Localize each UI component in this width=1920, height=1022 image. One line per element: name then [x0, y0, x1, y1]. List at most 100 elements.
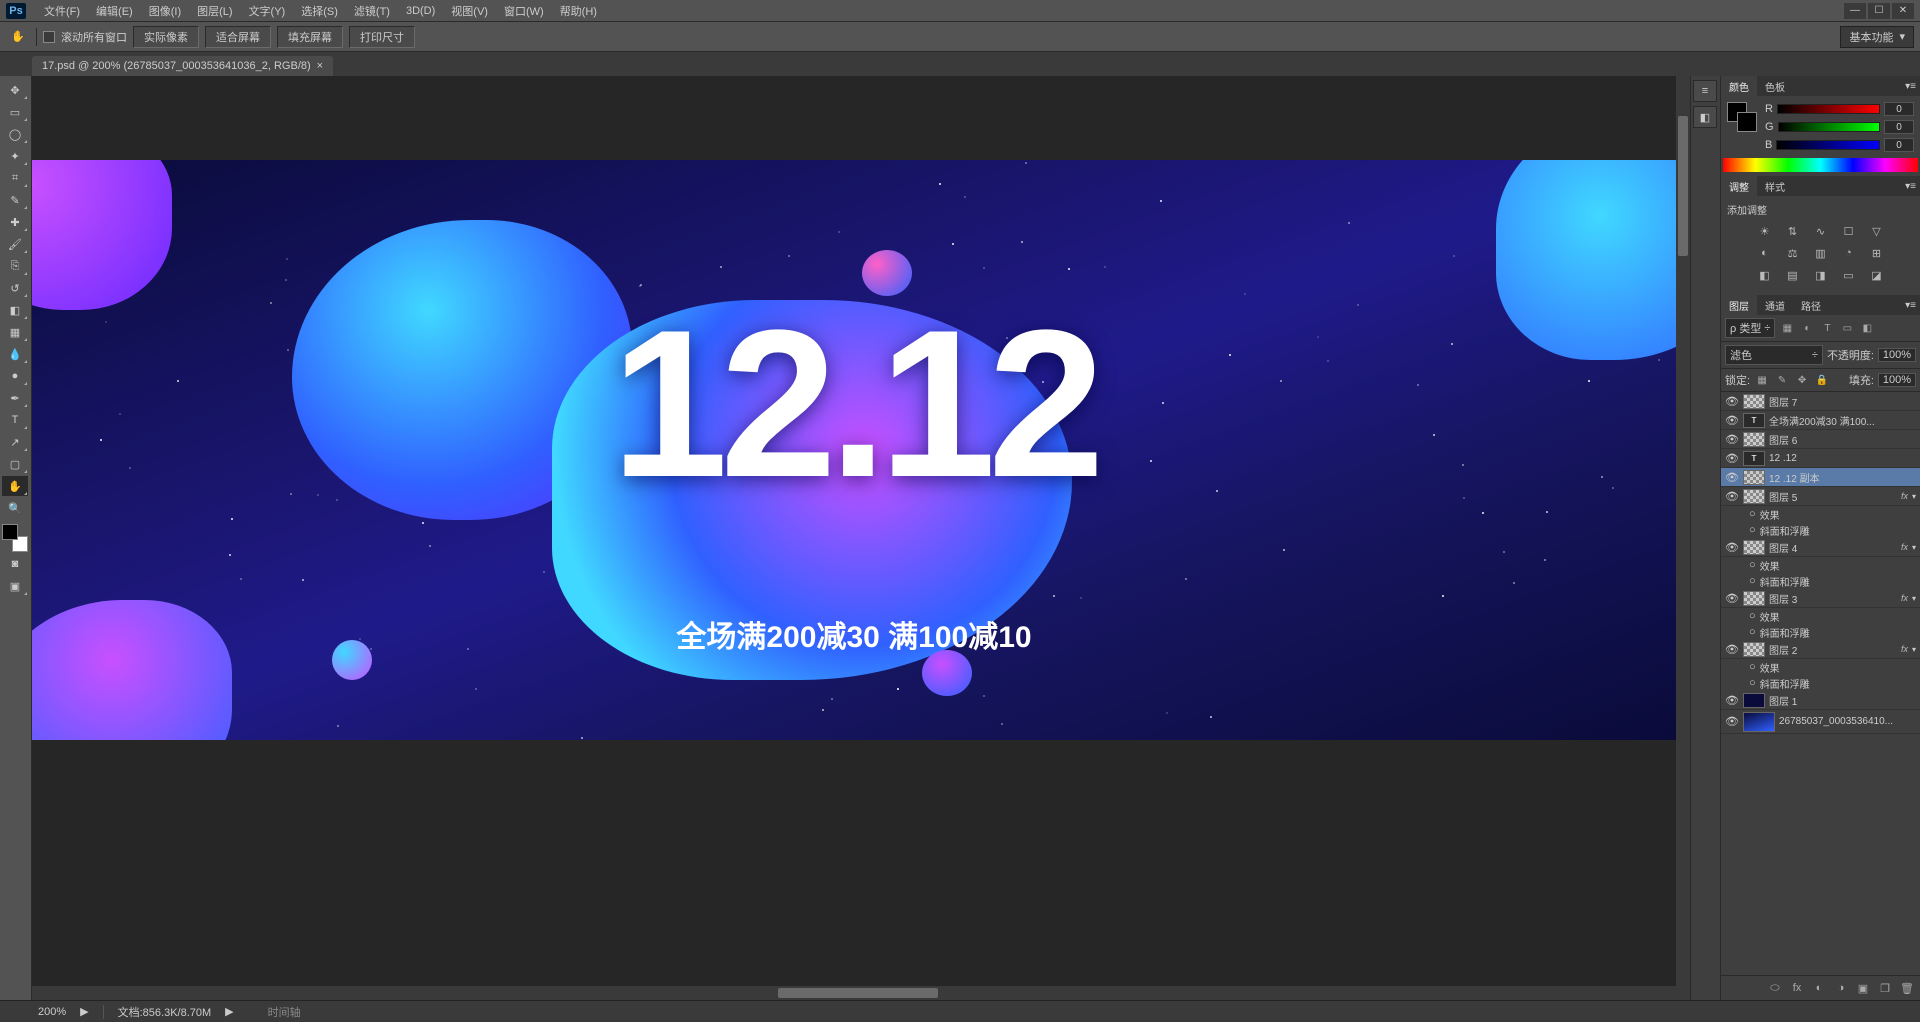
quickmask-tool[interactable]: ◙ [2, 554, 28, 574]
wand-tool[interactable]: ✦ [2, 146, 28, 166]
visibility-icon[interactable]: 👁 [1725, 490, 1739, 503]
layer-row[interactable]: 👁图层 6 [1721, 430, 1920, 449]
pen-tool[interactable]: ✒ [2, 388, 28, 408]
shape-tool[interactable]: ▢ [2, 454, 28, 474]
menu-window[interactable]: 窗口(W) [496, 0, 552, 22]
fx-expand-icon[interactable]: ▾ [1912, 492, 1916, 501]
blur-tool[interactable]: 💧 [2, 344, 28, 364]
layers-tab[interactable]: 图层 [1721, 295, 1757, 316]
visibility-icon[interactable]: 👁 [1725, 395, 1739, 408]
workspace-dropdown[interactable]: 基本功能▾ [1840, 26, 1914, 48]
actual-pixels-button[interactable]: 实际像素 [133, 26, 199, 48]
stamp-tool[interactable]: ⎘ [2, 256, 28, 276]
filter-type-icon[interactable]: T [1819, 321, 1835, 335]
menu-select[interactable]: 选择(S) [293, 0, 346, 22]
fx-bevel-row[interactable]: ○ 斜面和浮雕 [1721, 522, 1920, 538]
canvas[interactable]: 12.12 全场满200减30 满100减10 [32, 160, 1676, 740]
curves-icon[interactable]: ∿ [1812, 223, 1830, 239]
menu-layer[interactable]: 图层(L) [189, 0, 240, 22]
visibility-icon[interactable]: 👁 [1725, 592, 1739, 605]
layer-row[interactable]: 👁26785037_0003536410... [1721, 710, 1920, 734]
history-panel-icon[interactable]: ≡ [1693, 80, 1717, 102]
document-tab-close-icon[interactable]: × [317, 60, 323, 72]
menu-type[interactable]: 文字(Y) [241, 0, 294, 22]
minimize-button[interactable]: — [1844, 3, 1866, 19]
fx-effects-row[interactable]: ○ 效果 [1721, 608, 1920, 624]
lock-all-icon[interactable]: 🔒 [1814, 373, 1830, 387]
screenmode-tool[interactable]: ▣ [2, 576, 28, 596]
fx-bevel-row[interactable]: ○ 斜面和浮雕 [1721, 675, 1920, 691]
layer-row[interactable]: 👁图层 1 [1721, 691, 1920, 710]
r-input[interactable] [1884, 102, 1914, 116]
color-swatch[interactable] [1727, 102, 1757, 132]
eraser-tool[interactable]: ◧ [2, 300, 28, 320]
panel-menu-icon[interactable]: ▾≡ [1901, 181, 1920, 192]
selective-icon[interactable]: ◪ [1868, 267, 1886, 283]
channels-tab[interactable]: 通道 [1757, 295, 1793, 316]
hue-icon[interactable]: ◐ [1756, 245, 1774, 261]
zoom-caret-icon[interactable]: ▶ [80, 1005, 88, 1018]
mask-icon[interactable]: ◐ [1810, 980, 1828, 996]
g-input[interactable] [1884, 120, 1914, 134]
eyedropper-tool[interactable]: ✎ [2, 190, 28, 210]
zoom-value[interactable]: 200% [38, 1006, 66, 1018]
visibility-icon[interactable]: 👁 [1725, 541, 1739, 554]
menu-edit[interactable]: 编辑(E) [88, 0, 141, 22]
maximize-button[interactable]: ☐ [1868, 3, 1890, 19]
visibility-icon[interactable]: 👁 [1725, 452, 1739, 465]
gradient-tool[interactable]: ▦ [2, 322, 28, 342]
lock-move-icon[interactable]: ✥ [1794, 373, 1810, 387]
lock-paint-icon[interactable]: ✎ [1774, 373, 1790, 387]
group-icon[interactable]: ▣ [1854, 980, 1872, 996]
fx-effects-row[interactable]: ○ 效果 [1721, 506, 1920, 522]
fill-input[interactable]: 100% [1878, 373, 1916, 387]
layer-row[interactable]: 👁12 .12 副本 [1721, 468, 1920, 487]
blend-mode-dropdown[interactable]: 滤色÷ [1725, 345, 1823, 365]
fit-screen-button[interactable]: 适合屏幕 [205, 26, 271, 48]
brush-tool[interactable]: 🖌 [2, 234, 28, 254]
layer-row[interactable]: 👁图层 7 [1721, 392, 1920, 411]
adjustment-layer-icon[interactable]: ◑ [1832, 980, 1850, 996]
panel-menu-icon[interactable]: ▾≡ [1901, 300, 1920, 311]
layer-row[interactable]: 👁图层 5fx▾ [1721, 487, 1920, 506]
vibrance-icon[interactable]: ▽ [1868, 223, 1886, 239]
styles-tab[interactable]: 样式 [1757, 176, 1793, 197]
marquee-tool[interactable]: ▭ [2, 102, 28, 122]
fx-expand-icon[interactable]: ▾ [1912, 594, 1916, 603]
bw-icon[interactable]: ▥ [1812, 245, 1830, 261]
layer-row[interactable]: 👁图层 3fx▾ [1721, 589, 1920, 608]
visibility-icon[interactable]: 👁 [1725, 433, 1739, 446]
fill-screen-button[interactable]: 填充屏幕 [277, 26, 343, 48]
adjustments-tab[interactable]: 调整 [1721, 176, 1757, 197]
scroll-all-checkbox[interactable] [43, 31, 55, 43]
fx-expand-icon[interactable]: ▾ [1912, 645, 1916, 654]
foreground-swatch[interactable] [2, 524, 18, 540]
layer-row[interactable]: 👁T全场满200减30 满100... [1721, 411, 1920, 430]
filter-adjust-icon[interactable]: ◐ [1799, 321, 1815, 335]
heal-tool[interactable]: ✚ [2, 212, 28, 232]
gradmap-icon[interactable]: ▭ [1840, 267, 1858, 283]
horizontal-scrollbar[interactable] [32, 986, 1690, 1000]
filter-smart-icon[interactable]: ◧ [1859, 321, 1875, 335]
crop-tool[interactable]: ⌗ [2, 168, 28, 188]
visibility-icon[interactable]: 👁 [1725, 643, 1739, 656]
new-layer-icon[interactable]: ❐ [1876, 980, 1894, 996]
fx-icon[interactable]: fx [1788, 980, 1806, 996]
menu-help[interactable]: 帮助(H) [552, 0, 605, 22]
filter-pixel-icon[interactable]: ▦ [1779, 321, 1795, 335]
layer-row[interactable]: 👁图层 2fx▾ [1721, 640, 1920, 659]
mixer-icon[interactable]: ⊞ [1868, 245, 1886, 261]
lasso-tool[interactable]: ◯ [2, 124, 28, 144]
layer-row[interactable]: 👁图层 4fx▾ [1721, 538, 1920, 557]
r-slider[interactable] [1777, 104, 1880, 114]
visibility-icon[interactable]: 👁 [1725, 414, 1739, 427]
path-tool[interactable]: ↗ [2, 432, 28, 452]
color-tab[interactable]: 颜色 [1721, 76, 1757, 97]
g-slider[interactable] [1778, 122, 1880, 132]
visibility-icon[interactable]: 👁 [1725, 471, 1739, 484]
menu-3d[interactable]: 3D(D) [398, 2, 443, 20]
threshold-icon[interactable]: ◨ [1812, 267, 1830, 283]
swatches-tab[interactable]: 色板 [1757, 76, 1793, 97]
fx-expand-icon[interactable]: ▾ [1912, 543, 1916, 552]
fx-effects-row[interactable]: ○ 效果 [1721, 557, 1920, 573]
